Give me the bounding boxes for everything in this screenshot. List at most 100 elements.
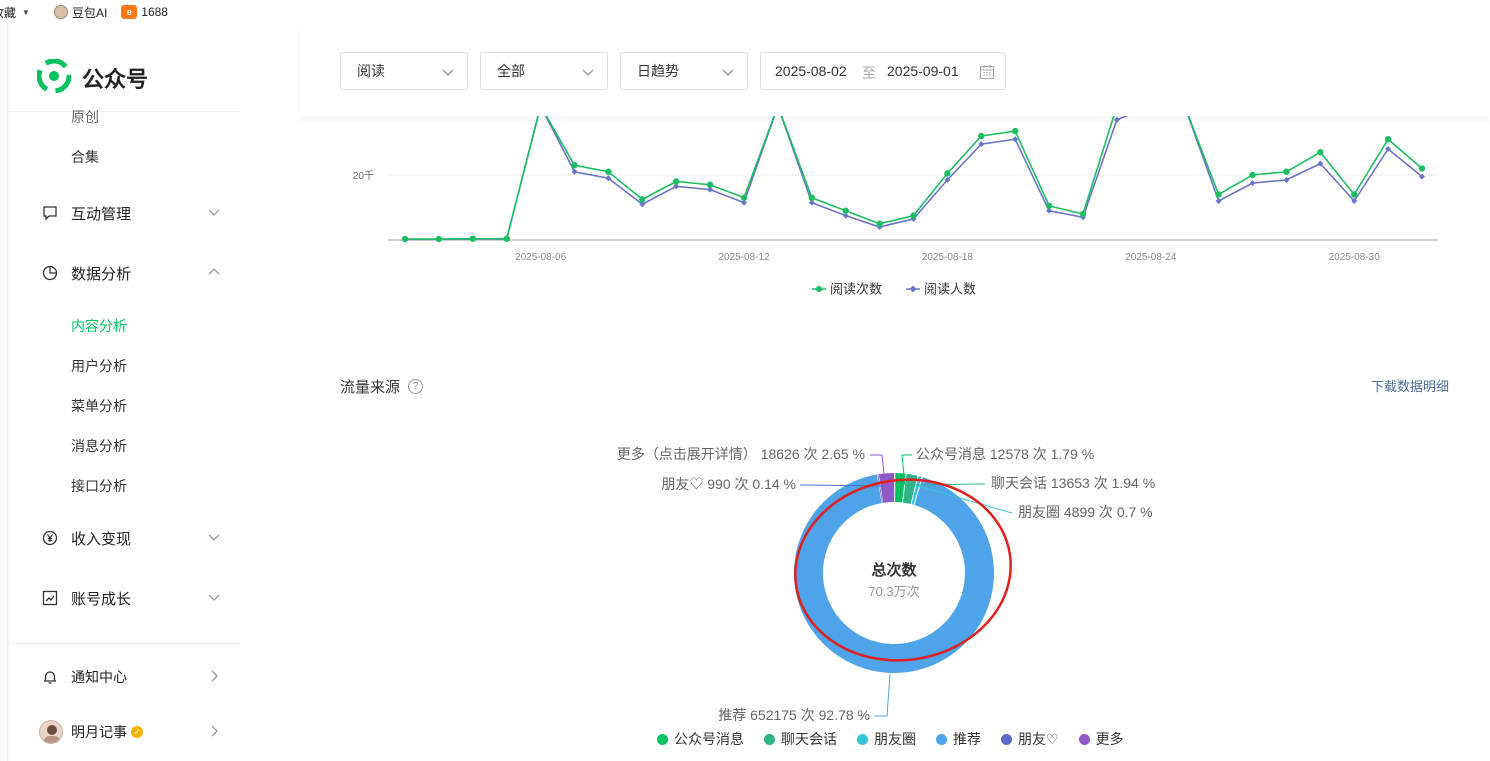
legend-marker [816,286,822,292]
donut-slice [878,473,895,503]
chevron-down-icon [208,594,220,601]
trend-select[interactable]: 日趋势 [620,52,748,90]
read-count-point [1418,165,1426,172]
sidebar-user-account[interactable]: 明月记事 ✓ [71,720,221,744]
legend-item[interactable]: 朋友♡ [1001,729,1059,749]
read-users-point [1215,198,1222,204]
legend-item[interactable]: 公众号消息 [657,729,744,749]
sidebar-group-growth[interactable]: 账号成长 [41,586,221,610]
sidebar-group-interaction[interactable]: 互动管理 [41,201,221,225]
date-end[interactable]: 2025-09-01 [887,63,959,79]
sidebar-item-api-analysis[interactable]: 接口分析 [71,476,127,496]
verified-badge-icon: ✓ [131,726,143,738]
chevron-right-icon [211,725,218,737]
read-count-point [673,178,680,185]
main-content: 阅读 全部 日趋势 2025-08-02 至 2025-09-01 20千 202… [300,24,1490,761]
legend-dot [936,733,947,745]
calendar-icon [979,65,995,80]
date-start[interactable]: 2025-08-02 [775,63,847,79]
x-tick-label: 2025-08-18 [922,252,974,263]
legend-read-users: 阅读人数 [924,282,976,297]
label-leader-line [874,673,891,717]
legend-label: 朋友♡ [1018,731,1059,747]
logo-area: 公众号 [9,24,240,112]
read-count-point [571,162,578,169]
chevron-up-icon [208,268,220,275]
notification-label: 通知中心 [71,669,127,685]
sidebar-group-data-analysis[interactable]: 数据分析 [41,261,221,285]
avatar[interactable] [39,720,63,744]
legend-label: 朋友圈 [874,731,916,747]
bookmarks-bar: 收藏 ▼ 豆包AI e 1688 [0,0,1490,24]
legend-marker [909,285,917,293]
sidebar-notification-center[interactable]: 通知中心 [41,665,221,689]
sidebar-item-menu-analysis[interactable]: 菜单分析 [71,396,127,416]
bookmark-favorites[interactable]: 收藏 ▼ [0,4,30,21]
traffic-source-donut-chart: 总次数 70.3万次 公众号消息 12578 次 1.79 % 聊天会话 13653 … [617,446,1155,723]
pie-chart-icon [41,264,59,282]
chevron-down-icon [208,209,220,216]
legend-label: 推荐 [953,731,981,747]
sidebar-group-label: 收入变现 [71,530,132,548]
sidebar-item-user-analysis[interactable]: 用户分析 [71,356,127,376]
select-value: 全部 [497,63,525,79]
wechat-official-logo-icon [37,59,71,93]
read-count-point [1317,149,1324,156]
x-tick-label: 2025-08-30 [1329,252,1381,263]
sidebar-group-label: 数据分析 [71,265,132,283]
legend-item[interactable]: 聊天会话 [764,729,837,749]
read-users-point [1249,180,1256,187]
yen-icon [41,529,59,547]
sidebar-item-original[interactable]: 原创 [71,107,99,127]
read-count-point [605,168,612,175]
legend-item[interactable]: 朋友圈 [857,729,916,749]
legend-dot [1001,733,1012,745]
bell-icon [41,668,59,686]
scope-select[interactable]: 全部 [480,52,608,90]
read-count-point [808,194,815,201]
bookmark-1688[interactable]: e 1688 [121,5,168,19]
read-count-point [944,170,951,177]
read-count-point [706,181,714,188]
sidebar-item-message-analysis[interactable]: 消息分析 [71,436,127,456]
read-count-point [1079,210,1087,218]
chevron-down-icon: ▼ [22,7,30,17]
legend-read-count: 阅读次数 [830,282,882,297]
help-icon[interactable]: ? [408,379,424,394]
read-count-point [1045,202,1053,210]
download-data-link[interactable]: 下载数据明细 [1371,376,1449,395]
slice-label: 更多（点击展开详情） 18626 次 2.65 % [617,446,865,462]
read-count-point [1351,191,1358,198]
sidebar-item-content-analysis[interactable]: 内容分析 [71,316,127,336]
app-name: 公众号 [82,67,149,92]
bookmark-label: 豆包AI [71,5,108,20]
read-trend-line-chart: 20千 2025-08-06 2025-08-12 2025-08-18 2025-08… [353,116,1438,297]
donut-legend: 公众号消息 聊天会话 朋友圈 推荐 朋友♡ 更多 [657,729,1144,749]
x-tick-label: 2025-08-24 [1125,252,1177,263]
read-count-point [1215,191,1222,198]
message-icon [41,204,59,222]
read-users-point [1283,176,1290,183]
sidebar-item-collection[interactable]: 合集 [71,147,99,167]
sidebar-group-label: 互动管理 [71,205,132,223]
bookmark-doubao[interactable]: 豆包AI [53,4,108,21]
date-separator: 至 [862,65,876,81]
legend-item[interactable]: 推荐 [936,729,981,749]
slice-label: 朋友圈 4899 次 0.7 % [1018,504,1153,520]
1688-icon: e [121,5,138,19]
metric-select[interactable]: 阅读 [340,52,468,90]
user-name: 明月记事 [71,724,127,740]
sidebar-group-revenue[interactable]: 收入变现 [41,526,221,550]
chevron-down-icon [582,69,594,76]
traffic-source-title-row: 流量来源 ? [340,376,424,397]
x-tick-label: 2025-08-06 [515,252,567,263]
bookmark-label: 1688 [141,5,168,19]
legend-label: 聊天会话 [781,731,837,747]
slice-label: 聊天会话 13653 次 1.94 % [991,475,1155,491]
read-count-point [1384,136,1392,143]
legend-dot [857,733,868,745]
x-tick-label: 2025-08-12 [718,252,770,263]
select-value: 阅读 [357,63,385,79]
legend-item[interactable]: 更多 [1078,729,1124,749]
date-range-picker[interactable]: 2025-08-02 至 2025-09-01 [760,52,1006,90]
